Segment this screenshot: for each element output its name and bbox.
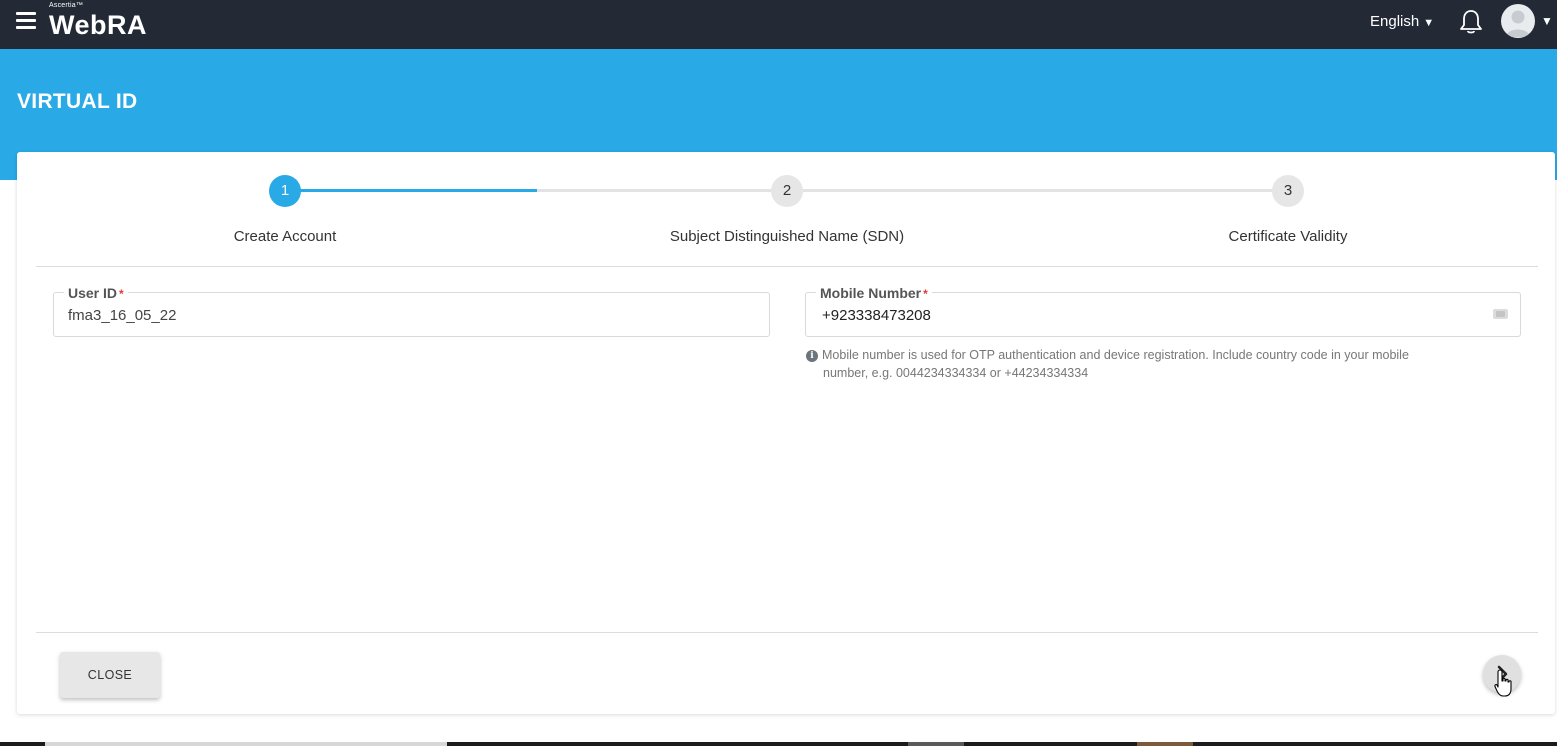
page-title: VIRTUAL ID (17, 90, 138, 113)
step-1-label[interactable]: Create Account (125, 228, 445, 245)
hand-cursor-icon (1494, 669, 1512, 697)
taskbar-item[interactable] (45, 742, 447, 746)
user-id-label-text: User ID (68, 285, 118, 301)
required-mark: * (923, 287, 928, 301)
language-selector[interactable]: English ▼ (1370, 13, 1434, 30)
user-menu-caret-icon[interactable]: ▼ (1541, 14, 1553, 28)
phone-icon (1493, 309, 1508, 319)
caret-down-icon: ▼ (1423, 17, 1435, 29)
hint-line-1: Mobile number is used for OTP authentica… (822, 348, 1409, 362)
top-navbar: Ascertia™ WebRA English ▼ ▼ (0, 0, 1557, 49)
stepper-track-line (803, 189, 1288, 192)
step-2-label[interactable]: Subject Distinguished Name (SDN) (627, 228, 947, 245)
brand-logo[interactable]: Ascertia™ WebRA (49, 2, 147, 40)
hamburger-menu-icon[interactable] (16, 12, 36, 30)
bell-icon[interactable] (1458, 8, 1484, 36)
user-avatar-icon[interactable] (1501, 4, 1535, 38)
step-2-circle[interactable]: 2 (771, 175, 803, 207)
mobile-number-input[interactable] (822, 307, 1422, 324)
user-id-label: User ID * (64, 285, 128, 302)
hint-line-2: number, e.g. 0044234334334 or +442343343… (823, 366, 1089, 380)
mobile-number-label: Mobile Number * (816, 285, 932, 302)
footer-divider (36, 632, 1538, 633)
close-button[interactable]: CLOSE (60, 652, 160, 698)
mobile-number-field: Mobile Number * (805, 285, 1521, 337)
step-1-circle[interactable]: 1 (269, 175, 301, 207)
step-3-circle[interactable]: 3 (1272, 175, 1304, 207)
mobile-number-hint: i Mobile number is used for OTP authentic… (806, 346, 1506, 382)
taskbar-strip (0, 742, 1557, 746)
taskbar-item[interactable] (1137, 742, 1193, 746)
required-mark: * (119, 287, 124, 301)
info-icon: i (806, 350, 818, 362)
user-id-field: User ID * (53, 285, 770, 337)
wizard-card: 1 2 3 Create Account Subject Distinguish… (17, 152, 1555, 714)
stepper-track-line (537, 189, 786, 192)
brand-company: Ascertia™ (49, 2, 84, 9)
stepper-divider (36, 266, 1538, 267)
step-3-label[interactable]: Certificate Validity (1128, 228, 1448, 245)
language-label: English (1370, 13, 1420, 30)
taskbar-item[interactable] (908, 742, 964, 746)
mobile-number-label-text: Mobile Number (820, 285, 922, 301)
user-id-input[interactable] (68, 307, 668, 324)
stepper-progress-line (285, 189, 537, 192)
brand-product: WebRA (49, 10, 148, 40)
